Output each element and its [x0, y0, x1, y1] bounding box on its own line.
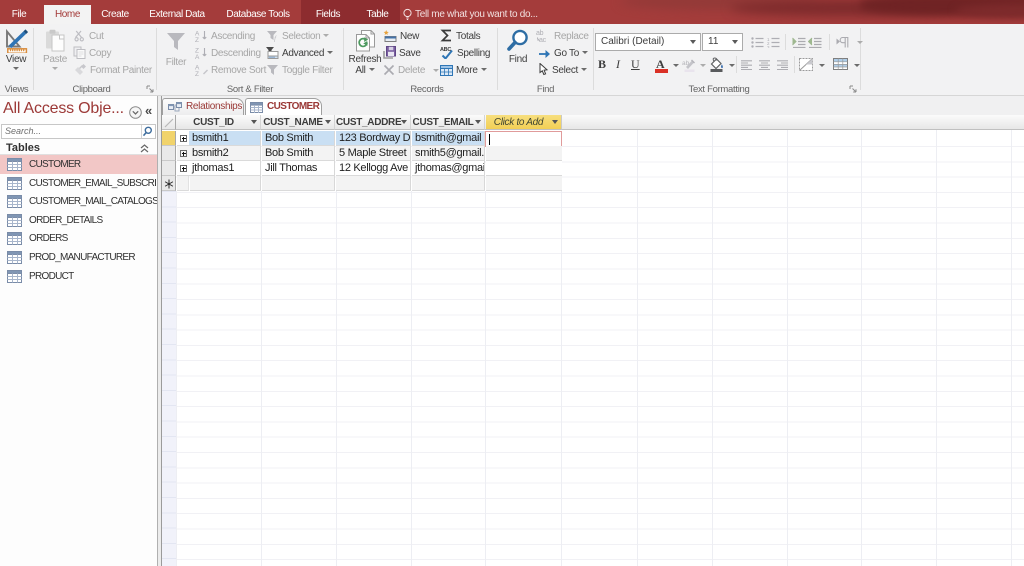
svg-text:A: A	[195, 54, 200, 59]
svg-text:ab: ab	[536, 30, 544, 37]
svg-text:ac: ac	[539, 37, 547, 42]
svg-text:3: 3	[767, 45, 770, 48]
svg-text:Z: Z	[195, 37, 199, 42]
svg-text:f: f	[274, 35, 277, 42]
svg-text:Z: Z	[195, 71, 199, 76]
